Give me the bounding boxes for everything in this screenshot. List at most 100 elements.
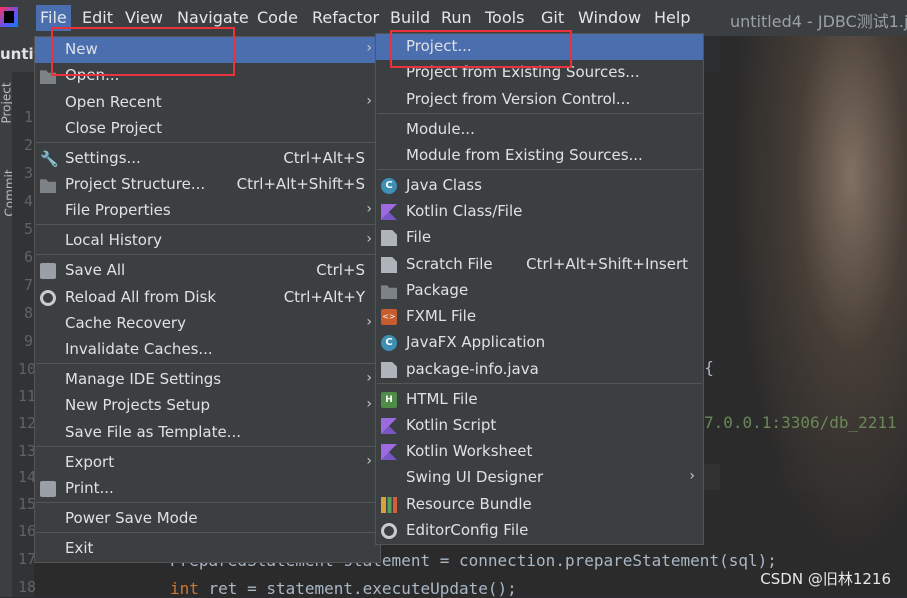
file-menu-item-settings[interactable]: 🔧 Settings... Ctrl+Alt+S [35,146,380,172]
new-menu-item-kotlin-class-file[interactable]: Kotlin Class/File [376,199,703,225]
menu-refactor[interactable]: Refactor [312,8,379,27]
menu-item-label: EditorConfig File [406,521,529,539]
menu-item-shortcut: Ctrl+Alt+Y [283,288,365,306]
menu-item-label: Java Class [406,176,482,194]
code-line-18-rest: ret = statement.executeUpdate(); [198,579,517,598]
file-menu-item-reload-all-from-disk[interactable]: Reload All from Disk Ctrl+Alt+Y [35,285,380,311]
menu-separator [377,113,702,114]
menu-item-label: File Properties [65,201,171,219]
kotlin-icon [381,204,397,220]
menu-item-label: Local History [65,231,163,249]
menu-separator [36,446,379,447]
submenu-arrow-icon: › [366,453,372,469]
file-menu-item-file-properties[interactable]: File Properties › [35,198,380,224]
menu-item-shortcut: Ctrl+Alt+S [283,149,365,167]
menu-tools[interactable]: Tools [485,8,524,27]
menu-item-label: File [406,228,432,246]
new-menu-item-swing-ui-designer[interactable]: Swing UI Designer › [376,465,703,491]
code-keyword: int [170,579,199,598]
file-menu-item-local-history[interactable]: Local History › [35,228,380,254]
new-menu-item-package[interactable]: Package [376,278,703,304]
menu-item-label: Package [406,281,469,299]
menu-item-label: Save File as Template... [65,423,241,441]
menu-item-label: Open Recent [65,93,162,111]
intellij-logo-icon [0,7,18,27]
menu-item-shortcut: Ctrl+S [316,261,365,279]
submenu-arrow-icon: › [366,201,372,217]
new-menu-item-file[interactable]: File [376,225,703,251]
new-menu-item-scratch-file[interactable]: Scratch File Ctrl+Alt+Shift+Insert [376,252,703,278]
menu-item-label: Print... [65,479,114,497]
menu-item-label: Invalidate Caches... [65,340,213,358]
new-menu-item-java-class[interactable]: C Java Class [376,173,703,199]
package-info-icon [381,362,397,378]
html-icon: H [381,392,397,408]
fxml-icon: <> [381,309,397,325]
new-menu-item-resource-bundle[interactable]: Resource Bundle [376,492,703,518]
menu-item-label: Swing UI Designer [406,468,544,486]
highlight-new [51,27,235,76]
line-number: 1 [24,108,34,126]
menu-item-label: HTML File [406,390,478,408]
menu-separator [36,532,379,533]
new-menu-item-kotlin-worksheet[interactable]: Kotlin Worksheet [376,439,703,465]
line-number: 9 [24,332,34,350]
editor-background-image [720,36,907,597]
new-menu-item-module[interactable]: Module... [376,117,703,143]
file-menu-item-new-projects-setup[interactable]: New Projects Setup › [35,393,380,419]
menu-item-label: Resource Bundle [406,495,532,513]
project-tab[interactable]: untitl [0,36,34,72]
menu-item-label: New Projects Setup [65,396,211,414]
file-menu-item-save-file-as-template[interactable]: Save File as Template... [35,420,380,446]
new-menu-item-module-from-existing-sources[interactable]: Module from Existing Sources... [376,143,703,169]
menu-code[interactable]: Code [257,8,298,27]
file-menu-item-invalidate-caches[interactable]: Invalidate Caches... [35,337,380,363]
new-menu-item-javafx-application[interactable]: C JavaFX Application [376,330,703,356]
menu-item-label: Manage IDE Settings [65,370,222,388]
menu-build[interactable]: Build [390,8,430,27]
new-menu-item-kotlin-script[interactable]: Kotlin Script [376,413,703,439]
menu-item-label: Kotlin Script [406,416,497,434]
file-menu-item-power-save-mode[interactable]: Power Save Mode [35,506,380,532]
menu-item-label: Kotlin Class/File [406,202,523,220]
menu-navigate[interactable]: Navigate [177,8,249,27]
menu-item-shortcut: Ctrl+Alt+Shift+S [236,175,365,193]
line-number: 2 [24,136,34,154]
new-menu-item-package-info-java[interactable]: package-info.java [376,357,703,383]
file-menu-item-print[interactable]: Print... [35,476,380,502]
new-menu-item-fxml-file[interactable]: <> FXML File [376,304,703,330]
file-menu-item-save-all[interactable]: Save All Ctrl+S [35,258,380,284]
new-menu-item-editorconfig-file[interactable]: EditorConfig File [376,518,703,544]
menu-separator [377,169,702,170]
menu-item-label: Settings... [65,149,141,167]
menu-item-label: Export [65,453,115,471]
new-menu-item-html-file[interactable]: H HTML File [376,387,703,413]
submenu-arrow-icon: › [366,93,372,109]
submenu-arrow-icon: › [366,40,372,56]
menu-window[interactable]: Window [578,8,641,27]
file-icon [381,230,397,246]
menu-run[interactable]: Run [441,8,472,27]
file-menu-item-exit[interactable]: Exit [35,536,380,562]
kotlin-script-icon [381,418,397,434]
javafx-icon: C [381,335,397,351]
menu-item-label: Exit [65,539,94,557]
file-menu-item-export[interactable]: Export › [35,450,380,476]
menu-edit[interactable]: Edit [82,8,113,27]
file-menu-item-close-project[interactable]: Close Project [35,116,380,142]
file-menu-item-project-structure[interactable]: Project Structure... Ctrl+Alt+Shift+S [35,172,380,198]
file-menu-item-cache-recovery[interactable]: Cache Recovery › [35,311,380,337]
reload-icon [40,290,56,306]
submenu-arrow-icon: › [366,314,372,330]
menu-help[interactable]: Help [654,8,690,27]
file-menu: New › Open... Open Recent › Close Project 🔧 Set… [34,36,381,563]
submenu-arrow-icon: › [366,231,372,247]
file-menu-item-manage-ide-settings[interactable]: Manage IDE Settings › [35,367,380,393]
menu-item-label: Close Project [65,119,162,137]
menu-view[interactable]: View [125,8,163,27]
menu-git[interactable]: Git [541,8,564,27]
new-menu-item-project-from-version-control[interactable]: Project from Version Control... [376,87,703,113]
line-number: 4 [24,192,34,210]
file-menu-item-open-recent[interactable]: Open Recent › [35,90,380,116]
new-submenu: Project... Project from Existing Sources.… [375,33,704,545]
